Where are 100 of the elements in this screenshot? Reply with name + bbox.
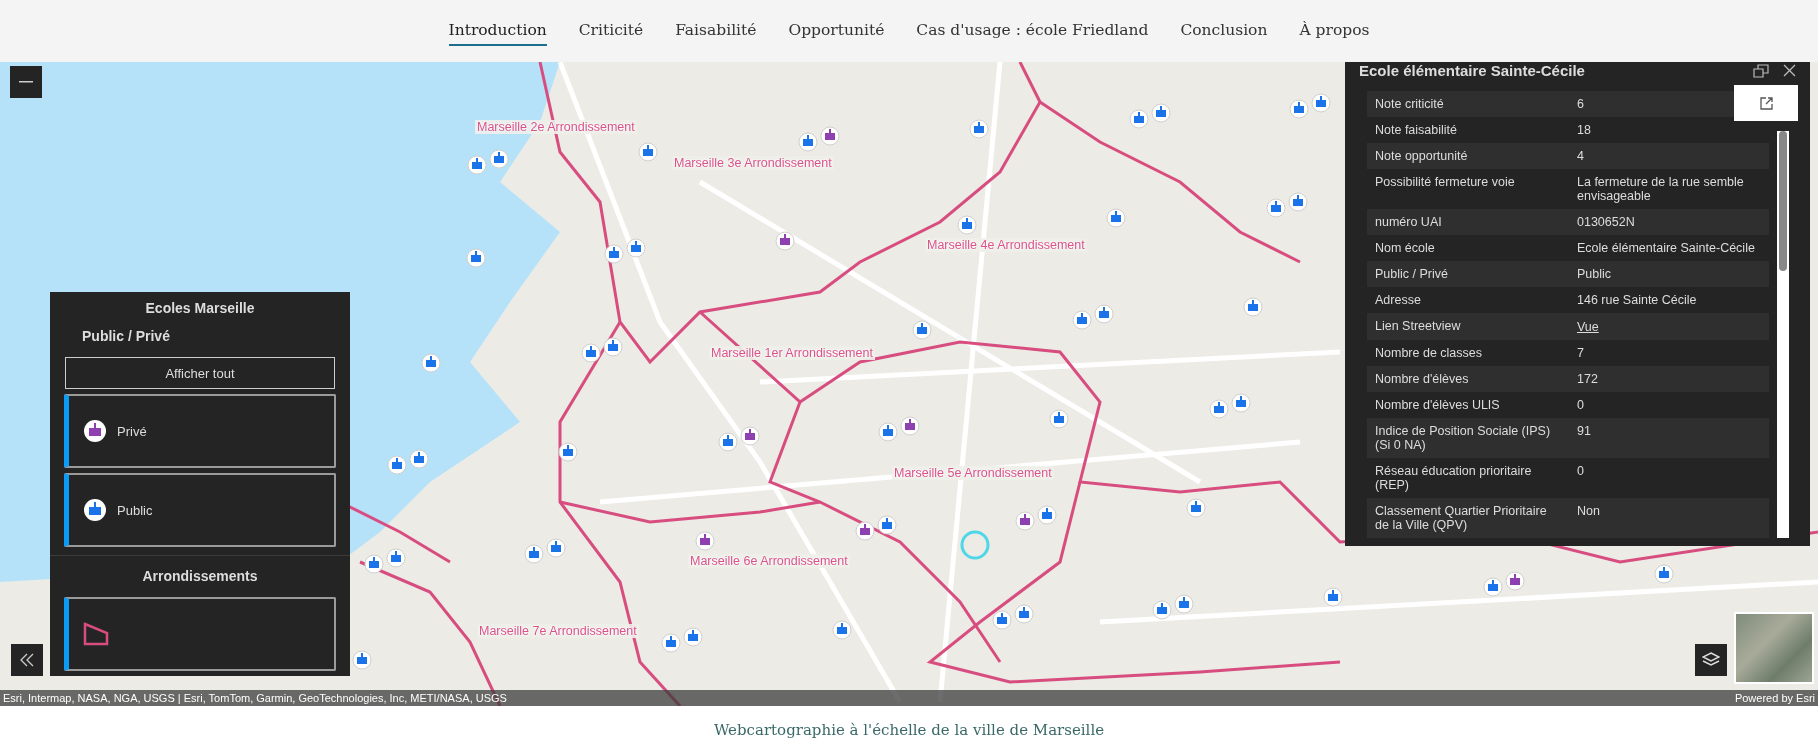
school-marker-icon[interactable] (1209, 399, 1229, 419)
school-marker-icon[interactable] (1106, 208, 1126, 228)
school-marker-icon[interactable] (798, 132, 818, 152)
school-marker-icon[interactable] (1231, 393, 1251, 413)
school-marker-icon[interactable] (421, 353, 441, 373)
school-marker-icon[interactable] (466, 248, 486, 268)
scrollbar[interactable] (1777, 131, 1789, 538)
school-marker-icon[interactable] (386, 548, 406, 568)
minus-icon (19, 81, 33, 83)
field-name: numéro UAI (1374, 214, 1443, 231)
nav-tab[interactable]: Criticité (578, 16, 644, 46)
school-marker-icon[interactable] (1243, 297, 1263, 317)
school-marker-icon[interactable] (775, 231, 795, 251)
legend-item[interactable]: Public (64, 473, 336, 547)
school-marker-icon[interactable] (992, 610, 1012, 630)
school-marker-icon[interactable] (1186, 498, 1206, 518)
nav-tab[interactable]: À propos (1299, 16, 1370, 46)
school-marker-icon[interactable] (1129, 109, 1149, 129)
close-button[interactable] (1783, 64, 1796, 77)
school-marker-icon[interactable] (1505, 571, 1525, 591)
school-marker-icon[interactable] (900, 416, 920, 436)
school-marker-icon[interactable] (1266, 198, 1286, 218)
dock-icon (1753, 63, 1769, 78)
school-marker-icon[interactable] (1654, 564, 1674, 584)
school-icon (83, 498, 107, 522)
school-marker-icon[interactable] (1483, 577, 1503, 597)
field-value: La fermeture de la rue semble envisageable (1576, 174, 1745, 205)
school-marker-icon[interactable] (364, 554, 384, 574)
field-value: 172 (1576, 371, 1599, 388)
collapse-button[interactable] (11, 644, 43, 676)
legend-item[interactable]: Privé (64, 394, 336, 468)
field-value: Non (1576, 503, 1601, 520)
close-icon (1783, 64, 1796, 77)
school-marker-icon[interactable] (638, 142, 658, 162)
field-value: 18 (1576, 122, 1592, 139)
school-marker-icon[interactable] (1152, 600, 1172, 620)
school-marker-icon[interactable] (1151, 103, 1171, 123)
school-marker-icon[interactable] (832, 620, 852, 640)
school-marker-icon[interactable] (409, 449, 429, 469)
school-marker-icon[interactable] (1072, 310, 1092, 330)
double-chevron-left-icon (19, 652, 35, 668)
field-name: Lien Streetview (1374, 318, 1462, 335)
school-marker-icon[interactable] (1311, 93, 1331, 113)
zoom-out-button[interactable] (10, 66, 42, 98)
school-marker-icon[interactable] (467, 155, 487, 175)
field-value: 4 (1576, 148, 1585, 165)
nav-tab[interactable]: Cas d'usage : école Friedland (916, 16, 1149, 46)
attribution-text: Esri, Intermap, NASA, NGA, USGS | Esri, TomTom, Garmin, GeoTechnologies, Inc, METI/NASA, USGS (3, 692, 507, 704)
school-marker-icon[interactable] (718, 432, 738, 452)
school-marker-icon[interactable] (740, 426, 760, 446)
school-marker-icon[interactable] (1174, 594, 1194, 614)
school-marker-icon[interactable] (969, 119, 989, 139)
school-marker-icon[interactable] (820, 126, 840, 146)
school-marker-icon[interactable] (878, 422, 898, 442)
nav-tab[interactable]: Conclusion (1180, 16, 1268, 46)
school-marker-icon[interactable] (1037, 505, 1057, 525)
school-marker-icon[interactable] (1015, 511, 1035, 531)
field-value: Public (1576, 266, 1613, 283)
field-name: Classement Quartier Prioritaire de la Ville (QPV) (1374, 503, 1548, 534)
school-marker-icon[interactable] (877, 515, 897, 535)
school-marker-icon[interactable] (1289, 99, 1309, 119)
school-marker-icon[interactable] (352, 650, 372, 670)
field-value: 7 (1576, 345, 1585, 362)
school-marker-icon[interactable] (558, 442, 578, 462)
dock-button[interactable] (1753, 63, 1769, 78)
school-marker-icon[interactable] (661, 633, 681, 653)
layers-button[interactable] (1695, 644, 1727, 676)
school-marker-icon[interactable] (1094, 304, 1114, 324)
school-marker-icon[interactable] (581, 343, 601, 363)
school-marker-icon[interactable] (603, 337, 623, 357)
district-label: Marseille 6e Arrondissement (688, 554, 850, 568)
school-marker-icon[interactable] (1049, 409, 1069, 429)
legend-item[interactable] (64, 597, 336, 671)
school-marker-icon[interactable] (855, 521, 875, 541)
school-marker-icon[interactable] (912, 320, 932, 340)
school-marker-icon[interactable] (957, 215, 977, 235)
streetview-link[interactable]: Vue (1577, 320, 1599, 334)
school-marker-icon[interactable] (387, 455, 407, 475)
school-marker-icon[interactable] (1323, 587, 1343, 607)
nav-tab[interactable]: Opportunité (788, 16, 885, 46)
basemap-thumbnail[interactable] (1734, 612, 1814, 684)
school-marker-icon[interactable] (604, 244, 624, 264)
school-marker-icon[interactable] (489, 149, 509, 169)
open-external-button[interactable] (1734, 85, 1798, 121)
district-label: Marseille 7e Arrondissement (477, 624, 639, 638)
field-name: Note opportunité (1374, 148, 1469, 165)
school-marker-icon[interactable] (1014, 604, 1034, 624)
school-marker-icon[interactable] (1288, 192, 1308, 212)
powered-by-text: Powered by Esri (1734, 692, 1815, 704)
show-all-button[interactable]: Afficher tout (65, 357, 335, 389)
nav-tab[interactable]: Introduction (448, 16, 547, 46)
legend-title: Ecoles Marseille (144, 299, 256, 318)
school-marker-icon[interactable] (683, 627, 703, 647)
school-marker-icon[interactable] (695, 531, 715, 551)
district-label: Marseille 5e Arrondissement (892, 466, 1054, 480)
school-marker-icon[interactable] (626, 238, 646, 258)
nav-tab[interactable]: Faisabilité (675, 16, 757, 46)
school-marker-icon[interactable] (524, 544, 544, 564)
school-marker-icon[interactable] (546, 538, 566, 558)
field-name: Note criticité (1374, 96, 1445, 113)
